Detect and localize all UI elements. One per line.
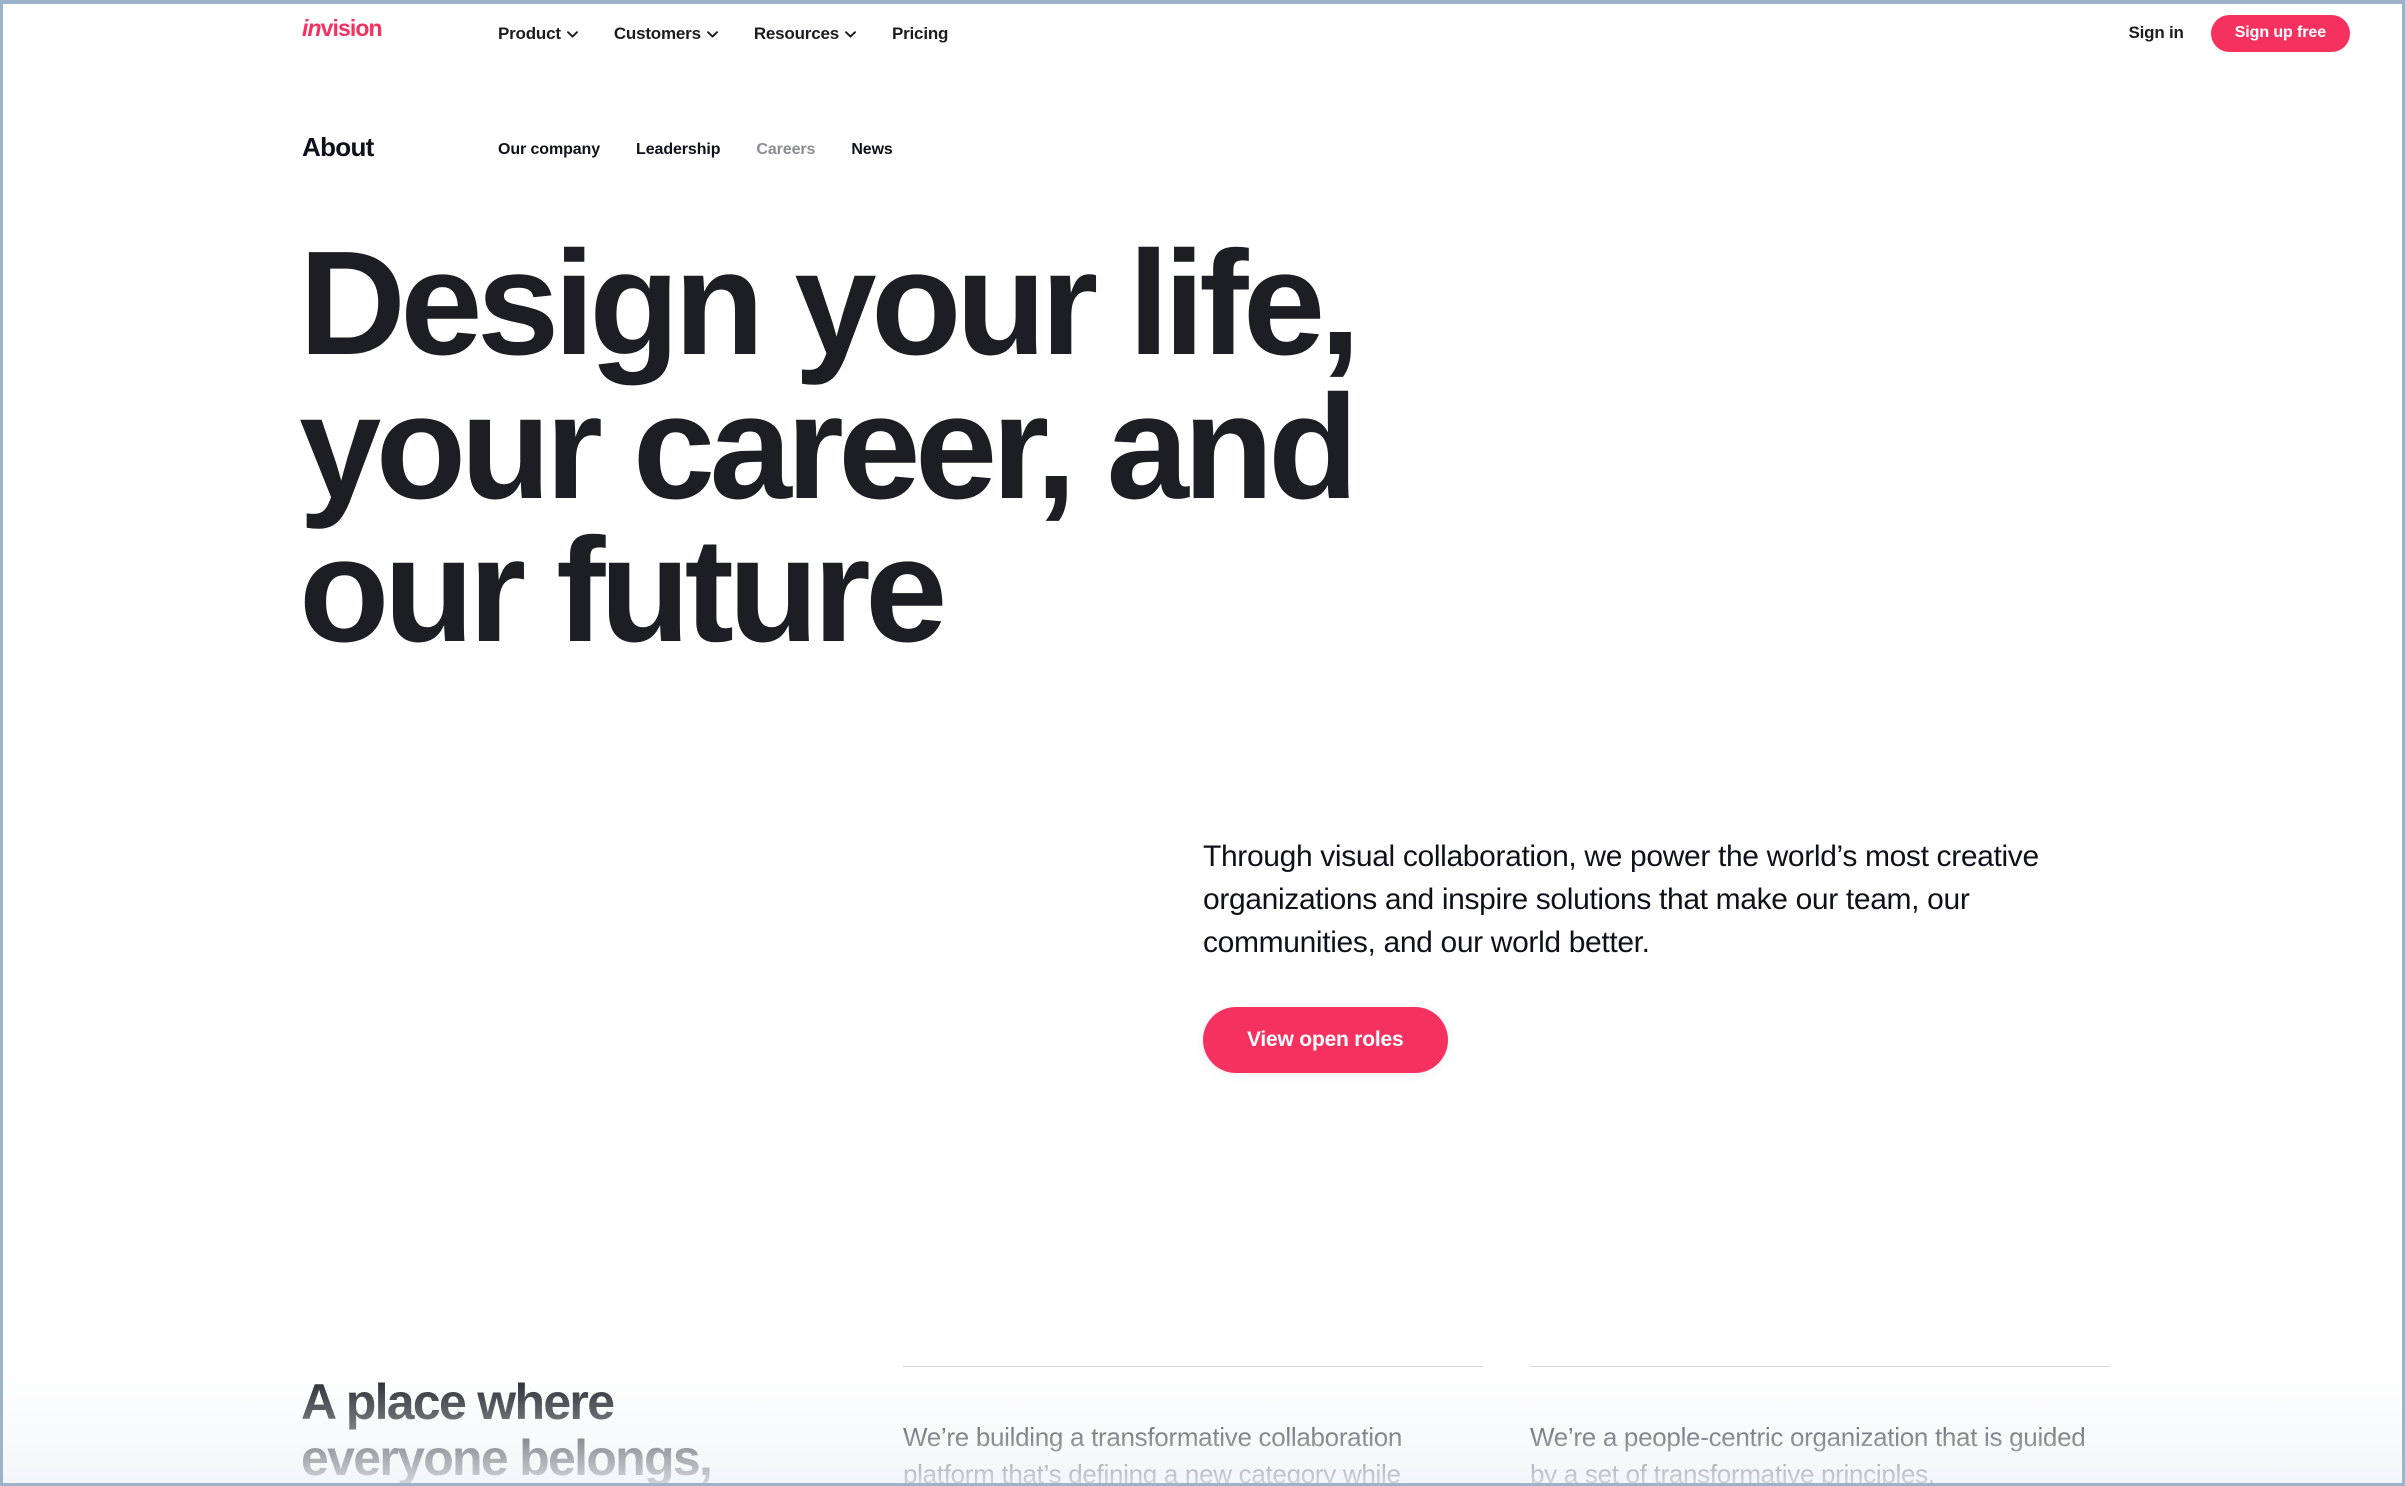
hero-headline-line-3: our future bbox=[299, 508, 947, 674]
nav-item-product[interactable]: Product bbox=[498, 25, 578, 42]
logo-rest-part: vision bbox=[320, 15, 383, 41]
invision-logo[interactable]: invision bbox=[302, 15, 383, 41]
column-divider bbox=[903, 1366, 1483, 1367]
bottom-heading-line-1: A place where bbox=[301, 1374, 615, 1430]
subnav-item-leadership[interactable]: Leadership bbox=[636, 142, 720, 158]
bottom-column-1-text: We’re building a transformative collabor… bbox=[903, 1422, 1403, 1486]
subnav-item-careers[interactable]: Careers bbox=[756, 142, 815, 158]
nav-item-pricing[interactable]: Pricing bbox=[892, 25, 948, 42]
column-divider bbox=[1530, 1366, 2110, 1367]
bottom-column-2: We’re a people-centric organization that… bbox=[1530, 1366, 2110, 1486]
secondary-menu: Our company Leadership Careers News bbox=[498, 142, 893, 158]
nav-item-pricing-label: Pricing bbox=[891, 23, 949, 43]
subnav-item-our-company[interactable]: Our company bbox=[498, 142, 600, 158]
bottom-heading-line-2: everyone belongs, bbox=[301, 1430, 713, 1486]
view-open-roles-button[interactable]: View open roles bbox=[1203, 1007, 1448, 1073]
sign-in-link[interactable]: Sign in bbox=[2128, 23, 2183, 43]
hero-headline-line-1: Design your life, bbox=[299, 221, 1361, 386]
hero-headline-line-2: your career, and bbox=[299, 364, 1358, 530]
nav-item-customers-label: Customers bbox=[613, 23, 701, 43]
nav-item-resources[interactable]: Resources bbox=[754, 25, 856, 42]
bottom-column-2-text: We’re a people-centric organization that… bbox=[1530, 1422, 2086, 1486]
nav-item-customers[interactable]: Customers bbox=[614, 25, 718, 42]
nav-actions: Sign in Sign up free bbox=[2128, 4, 2350, 62]
subnav-item-news[interactable]: News bbox=[851, 142, 893, 158]
chevron-down-icon bbox=[706, 30, 718, 38]
primary-menu: Product Customers Resources Pricing bbox=[498, 4, 948, 62]
chevron-down-icon bbox=[845, 30, 856, 38]
primary-navigation-bar: invision Product Customers Resources Pri… bbox=[3, 4, 2402, 62]
nav-item-product-label: Product bbox=[498, 23, 561, 43]
logo-italic-part: in bbox=[302, 15, 322, 41]
nav-item-resources-label: Resources bbox=[753, 23, 839, 43]
chevron-down-icon bbox=[566, 30, 578, 38]
hero-cta-container: View open roles bbox=[1203, 1007, 1448, 1073]
bottom-column-1: We’re building a transformative collabor… bbox=[903, 1366, 1483, 1486]
hero-paragraph: Through visual collaboration, we power t… bbox=[1203, 840, 2039, 959]
sign-up-free-button[interactable]: Sign up free bbox=[2210, 14, 2350, 52]
secondary-navigation-bar: About Our company Leadership Careers New… bbox=[3, 62, 2402, 160]
hero-headline: Design your life, your career, and our f… bbox=[299, 221, 1599, 674]
section-title-about: About bbox=[302, 132, 374, 162]
browser-viewport: invision Product Customers Resources Pri… bbox=[0, 0, 2405, 1486]
bottom-section-heading: A place where everyone belongs, bbox=[301, 1374, 941, 1486]
